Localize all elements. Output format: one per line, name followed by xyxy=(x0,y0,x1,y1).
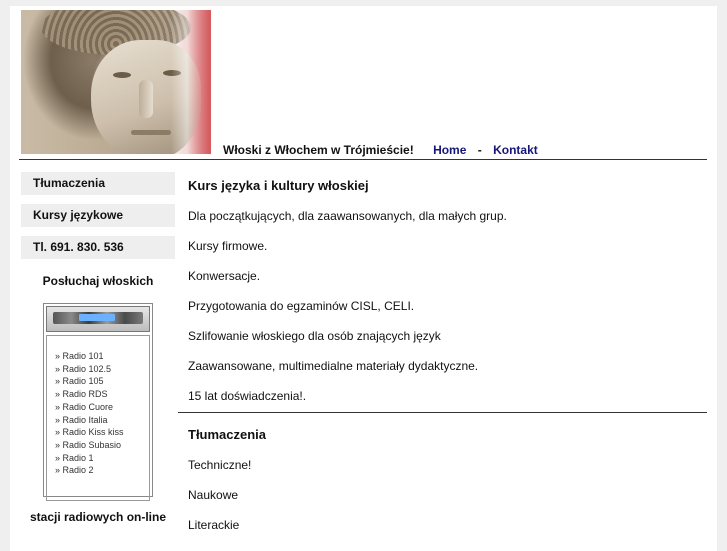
page: Włoski z Włochem w Trójmieście! Home - K… xyxy=(10,6,717,551)
content-line: Kursy firmowe. xyxy=(188,239,268,253)
station-link[interactable]: » Radio 1 xyxy=(55,452,149,465)
site-slogan: Włoski z Włochem w Trójmieście! xyxy=(223,143,414,157)
station-link[interactable]: » Radio Subasio xyxy=(55,439,149,452)
station-link[interactable]: » Radio 2 xyxy=(55,464,149,477)
header-statue-image xyxy=(21,10,211,154)
section-divider xyxy=(178,412,707,413)
station-link[interactable]: » Radio RDS xyxy=(55,388,149,401)
sidebar-item-kursy[interactable]: Kursy językowe xyxy=(21,204,175,227)
content-line: Techniczne! xyxy=(188,458,252,472)
sidebar-item-tlumaczenia[interactable]: Tłumaczenia xyxy=(21,172,175,195)
station-link[interactable]: » Radio Italia xyxy=(55,414,149,427)
section-title-kurs: Kurs języka i kultury włoskiej xyxy=(188,178,369,193)
radio-widget: » Radio 101 » Radio 102.5 » Radio 105 » … xyxy=(43,303,153,501)
main-content: Kurs języka i kultury włoskiej Dla począ… xyxy=(178,172,707,533)
section-title-tlumaczenia: Tłumaczenia xyxy=(188,427,267,442)
section-tlumaczenia: Tłumaczenia Techniczne! Naukowe Literack… xyxy=(178,427,707,533)
content-line: Naukowe xyxy=(188,488,239,502)
sidebar: Tłumaczenia Kursy językowe Tl. 691. 830.… xyxy=(21,172,175,524)
station-list: » Radio 101 » Radio 102.5 » Radio 105 » … xyxy=(46,335,150,501)
content-line: Przygotowania do egzaminów CISL, CELI. xyxy=(188,299,415,313)
content-line: 15 lat doświadczenia!. xyxy=(188,389,307,403)
content-line: Literackie xyxy=(188,518,240,532)
nav-kontakt-link[interactable]: Kontakt xyxy=(493,143,538,157)
content-line: Konwersacje. xyxy=(188,269,261,283)
station-link[interactable]: » Radio 102.5 xyxy=(55,363,149,376)
statue-eye-left xyxy=(113,72,131,78)
station-link[interactable]: » Radio 105 xyxy=(55,375,149,388)
station-link[interactable]: » Radio 101 xyxy=(55,350,149,363)
italian-flag-fade xyxy=(171,10,211,154)
nav-home-link[interactable]: Home xyxy=(433,143,466,157)
station-link[interactable]: » Radio Kiss kiss xyxy=(55,426,149,439)
content-line: Dla początkujących, dla zaawansowanych, … xyxy=(188,209,507,223)
content-line: Zaawansowane, multimedialne materiały dy… xyxy=(188,359,479,373)
radio-title: Posłuchaj włoskich xyxy=(42,274,154,288)
statue-nose xyxy=(139,80,153,118)
nav-separator: - xyxy=(477,143,482,157)
radio-device-image xyxy=(46,306,150,332)
statue-mouth xyxy=(131,130,171,135)
station-link[interactable]: » Radio Cuore xyxy=(55,401,149,414)
header-divider xyxy=(19,159,707,160)
header-nav: Włoski z Włochem w Trójmieście! Home - K… xyxy=(223,143,538,157)
radio-footer: stacji radiowych on-line xyxy=(29,510,167,524)
content-line: Szlifowanie włoskiego dla osób znających… xyxy=(188,329,441,343)
sidebar-item-phone[interactable]: Tl. 691. 830. 536 xyxy=(21,236,175,259)
radio-display xyxy=(79,314,115,321)
